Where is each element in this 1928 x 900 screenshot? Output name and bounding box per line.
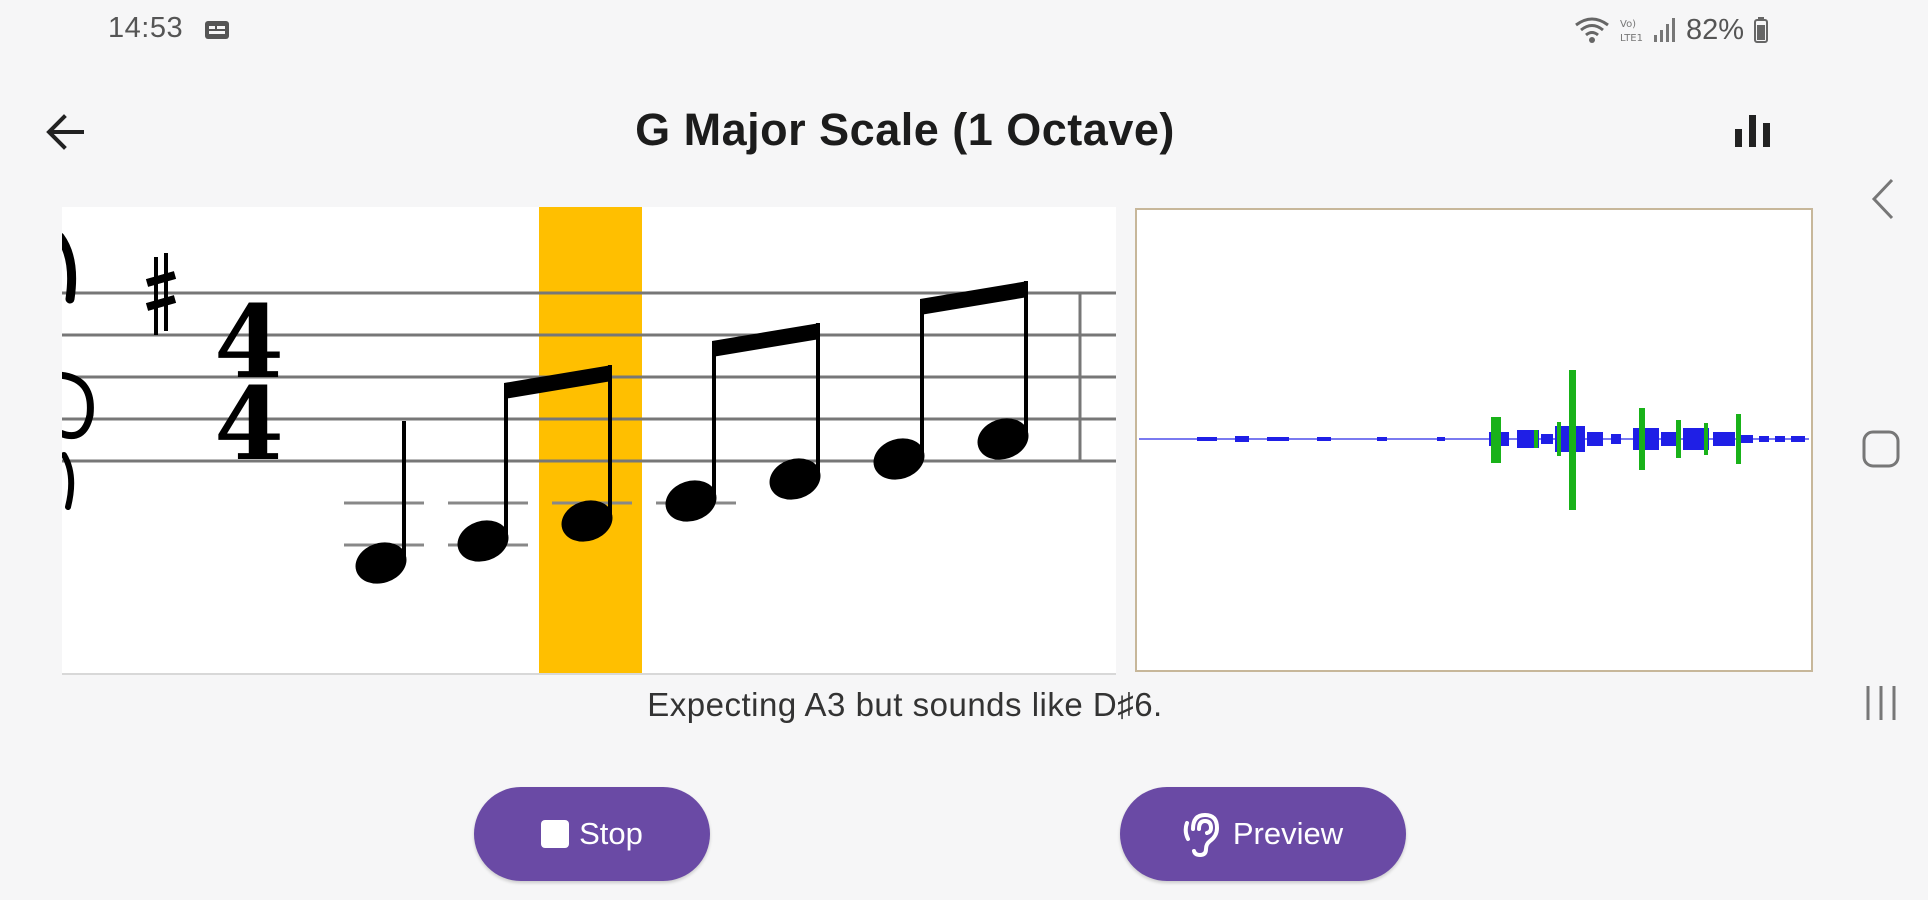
nav-home-icon[interactable] bbox=[1860, 428, 1904, 472]
note-beam bbox=[920, 281, 1028, 315]
note-stem bbox=[402, 421, 406, 561]
preview-button-label: Preview bbox=[1232, 816, 1344, 851]
notification-icon bbox=[205, 21, 229, 39]
note-stem bbox=[712, 341, 716, 499]
stats-button[interactable] bbox=[1728, 106, 1778, 156]
status-time: 14:53 bbox=[108, 12, 184, 44]
battery-icon bbox=[1754, 17, 1768, 43]
nav-back-icon[interactable] bbox=[1860, 174, 1904, 224]
note-stem bbox=[608, 365, 612, 519]
status-bar: 14:53 Vo) LTE1 82% bbox=[0, 0, 1928, 60]
music-score: 4 4 bbox=[62, 207, 1116, 673]
stop-button[interactable]: Stop bbox=[474, 787, 710, 881]
stop-icon bbox=[541, 820, 570, 848]
note-beam bbox=[712, 323, 820, 357]
svg-text:Vo): Vo) bbox=[1620, 19, 1636, 30]
bar-chart-icon bbox=[1735, 115, 1770, 147]
preview-button[interactable]: Preview bbox=[1120, 787, 1406, 881]
score-panel: 4 4 bbox=[62, 207, 1116, 675]
note-stem bbox=[816, 323, 820, 477]
signal-icon: Vo) LTE1 bbox=[1620, 18, 1675, 44]
stop-button-label: Stop bbox=[579, 816, 643, 851]
note-stem bbox=[1024, 281, 1028, 437]
wifi-icon bbox=[1575, 17, 1609, 43]
note-stem bbox=[504, 383, 508, 539]
waveform bbox=[1139, 370, 1809, 510]
hearing-icon bbox=[1183, 812, 1219, 857]
note-stem bbox=[920, 299, 924, 457]
battery-percent: 82% bbox=[1685, 13, 1744, 46]
waveform-panel bbox=[1135, 208, 1813, 672]
time-signature-bottom: 4 bbox=[214, 365, 284, 483]
current-note-highlight bbox=[539, 207, 642, 673]
system-navigation-bar bbox=[1840, 0, 1928, 900]
treble-clef-icon bbox=[62, 232, 94, 510]
status-icons: Vo) LTE1 82% bbox=[1574, 10, 1768, 50]
feedback-message: Expecting A3 but sounds like D♯6. bbox=[647, 686, 1163, 723]
svg-text:LTE1: LTE1 bbox=[1620, 33, 1643, 44]
app-bar: G Major Scale (1 Octave) bbox=[0, 90, 1928, 170]
page-title: G Major Scale (1 Octave) bbox=[635, 104, 1175, 155]
nav-recent-apps-icon[interactable] bbox=[1860, 682, 1904, 726]
